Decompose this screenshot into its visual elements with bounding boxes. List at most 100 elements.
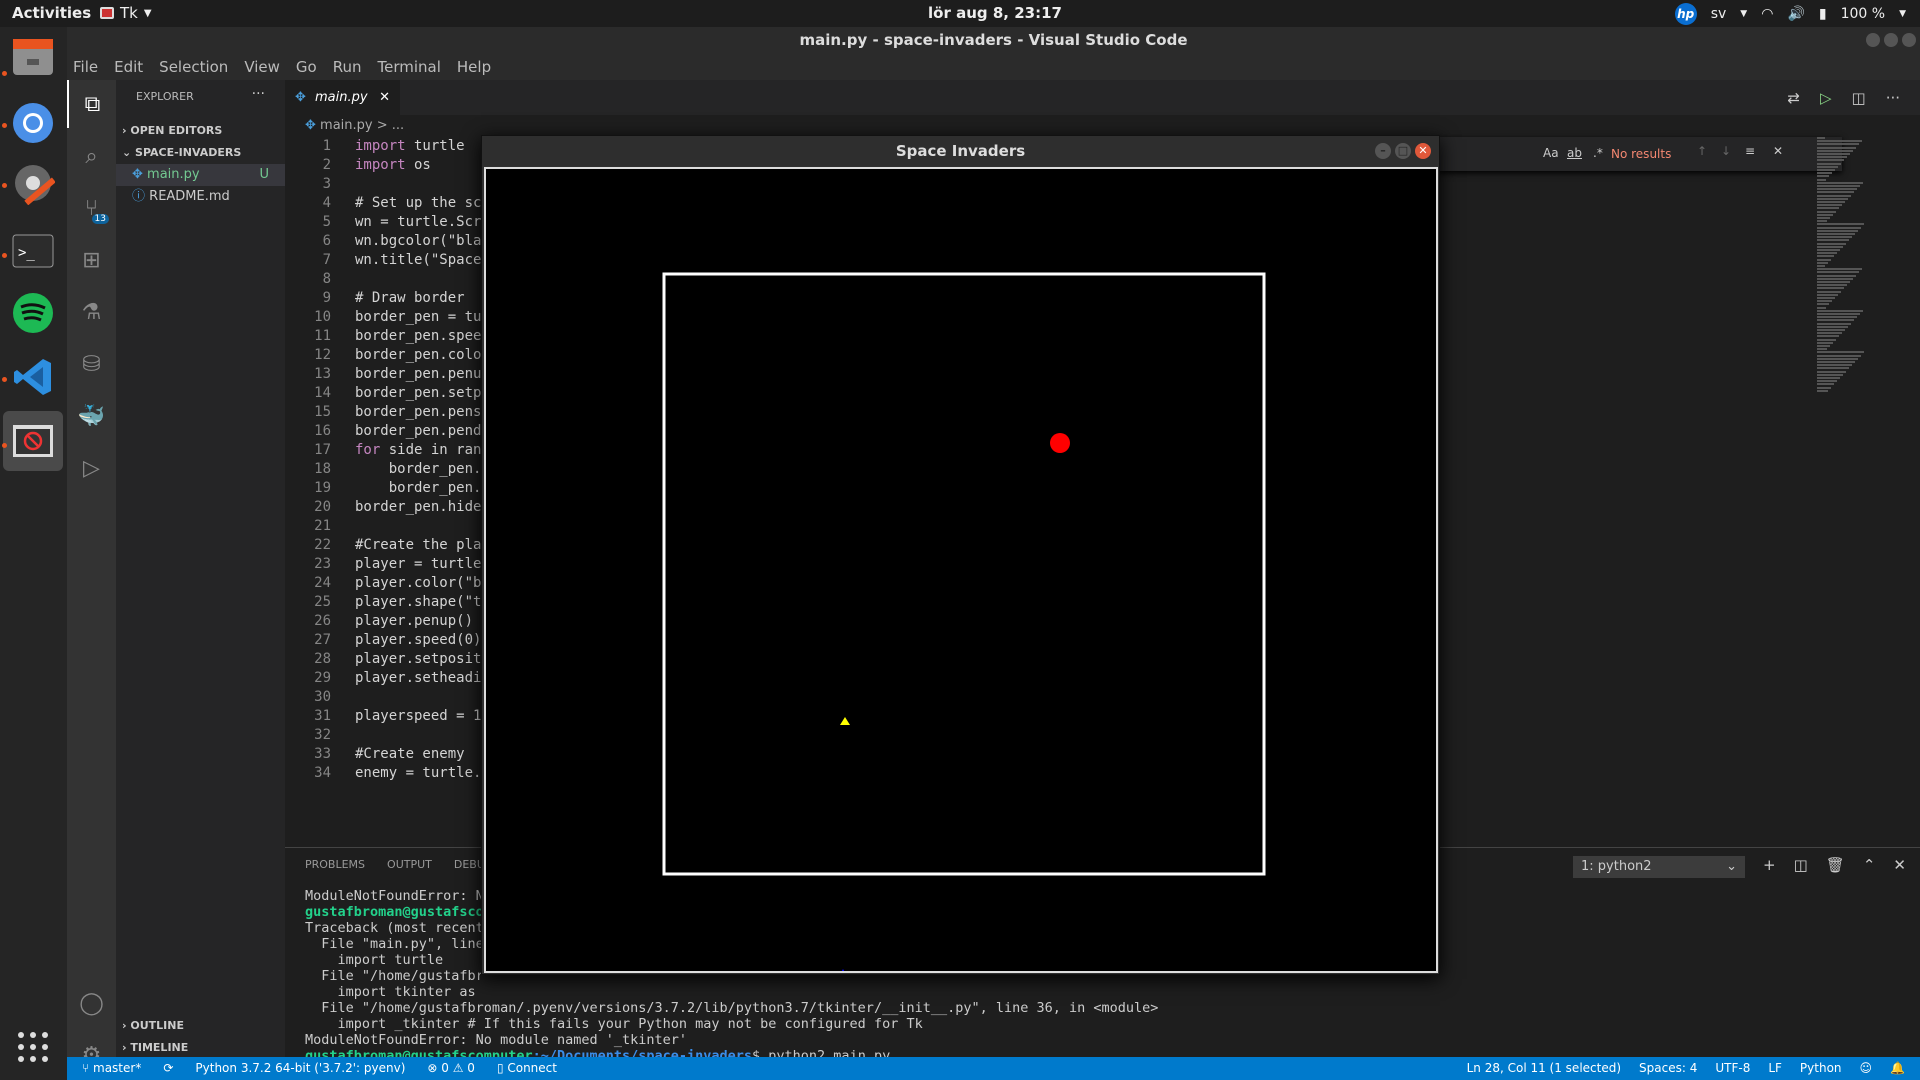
tab-problems[interactable]: PROBLEMS xyxy=(305,858,365,871)
bell-icon[interactable]: 🔔 xyxy=(1890,1057,1905,1080)
system-tray[interactable]: hp sv ▼ ◠ 🔊 ▮ 100 % ▼ xyxy=(1674,3,1906,25)
open-editors-section[interactable]: › OPEN EDITORS xyxy=(116,120,285,142)
code-line[interactable]: 4 # Set up the sc xyxy=(285,194,482,213)
match-case-toggle[interactable]: Aa xyxy=(1543,146,1559,160)
code-line[interactable]: 20 border_pen.hide xyxy=(285,498,481,517)
code-line[interactable]: 2 import os xyxy=(285,156,431,175)
more-icon[interactable]: ··· xyxy=(1886,89,1900,107)
live-share-connect[interactable]: ▯ Connect xyxy=(497,1057,557,1080)
split-terminal-icon[interactable]: ◫ xyxy=(1794,856,1808,874)
testing-icon[interactable]: ⚗ xyxy=(67,288,116,336)
code-line[interactable]: 3 xyxy=(285,175,331,194)
split-editor-icon[interactable]: ◫ xyxy=(1852,89,1866,107)
more-actions-icon[interactable]: ··· xyxy=(252,86,265,102)
code-line[interactable]: 10 border_pen = tu xyxy=(285,308,481,327)
explorer-icon[interactable]: ⧉ xyxy=(67,80,116,128)
indentation[interactable]: Spaces: 4 xyxy=(1639,1057,1697,1080)
docker-icon[interactable]: 🐳 xyxy=(67,392,116,440)
code-line[interactable]: 1 import turtle xyxy=(285,137,465,156)
encoding[interactable]: UTF-8 xyxy=(1715,1057,1750,1080)
arrow-up-icon[interactable]: ↑ xyxy=(1697,144,1707,158)
maximize-panel-icon[interactable]: ⌃ xyxy=(1863,856,1876,874)
code-line[interactable]: 29 player.setheadi xyxy=(285,669,481,688)
code-line[interactable]: 30 xyxy=(285,688,331,707)
sync-icon[interactable]: ⟳ xyxy=(163,1057,173,1080)
code-line[interactable]: 7 wn.title("Space xyxy=(285,251,482,270)
code-line[interactable]: 13 border_pen.penu xyxy=(285,365,481,384)
minimap[interactable] xyxy=(1817,137,1917,397)
code-line[interactable]: 8 xyxy=(285,270,331,289)
menu-selection[interactable]: Selection xyxy=(159,58,228,76)
outline-section[interactable]: › OUTLINE xyxy=(116,1015,285,1037)
terminal-app-icon[interactable]: >_ xyxy=(9,227,57,275)
menu-view[interactable]: View xyxy=(244,58,280,76)
maximize-button[interactable] xyxy=(1884,33,1898,47)
code-line[interactable]: 34 enemy = turtle. xyxy=(285,764,481,783)
menu-go[interactable]: Go xyxy=(296,58,317,76)
tk-title-bar[interactable]: Space Invaders – □ ✕ xyxy=(482,136,1439,166)
spotify-icon[interactable] xyxy=(9,289,57,337)
code-line[interactable]: 27 player.speed(0) xyxy=(285,631,481,650)
regex-toggle[interactable]: .* xyxy=(1593,146,1603,160)
code-line[interactable]: 31 playerspeed = 1 xyxy=(285,707,481,726)
account-icon[interactable]: ◯ xyxy=(67,979,116,1027)
close-button[interactable] xyxy=(1902,33,1916,47)
close-button[interactable]: ✕ xyxy=(1415,143,1431,159)
show-applications-icon[interactable] xyxy=(9,1023,57,1071)
language-indicator[interactable]: sv xyxy=(1711,6,1727,22)
code-line[interactable]: 28 player.setposit xyxy=(285,650,481,669)
timeline-section[interactable]: › TIMELINE xyxy=(116,1037,285,1059)
code-line[interactable]: 15 border_pen.pens xyxy=(285,403,481,422)
trash-icon[interactable]: 🗑 xyxy=(1826,856,1845,874)
extensions-icon[interactable]: ⊞ xyxy=(67,236,116,284)
settings-app-icon[interactable] xyxy=(9,159,57,207)
code-line[interactable]: 11 border_pen.spee xyxy=(285,327,481,346)
close-panel-icon[interactable]: ✕ xyxy=(1893,856,1906,874)
new-terminal-icon[interactable]: + xyxy=(1763,856,1776,874)
project-section[interactable]: ⌄ SPACE-INVADERS xyxy=(116,142,285,164)
minimize-button[interactable] xyxy=(1866,33,1880,47)
code-line[interactable]: 17 for side in ran xyxy=(285,441,481,460)
code-line[interactable]: 32 xyxy=(285,726,331,745)
clock[interactable]: lör aug 8, 23:17 xyxy=(0,4,1920,22)
hp-icon[interactable]: hp xyxy=(1674,3,1697,25)
run-debug-icon[interactable]: ▷ xyxy=(67,444,116,492)
menu-help[interactable]: Help xyxy=(457,58,491,76)
maximize-button[interactable]: □ xyxy=(1395,143,1411,159)
run-icon[interactable]: ▷ xyxy=(1820,89,1832,107)
code-line[interactable]: 12 border_pen.colo xyxy=(285,346,481,365)
code-line[interactable]: 14 border_pen.setp xyxy=(285,384,481,403)
menu-terminal[interactable]: Terminal xyxy=(378,58,441,76)
menu-edit[interactable]: Edit xyxy=(114,58,143,76)
code-line[interactable]: 5 wn = turtle.Scr xyxy=(285,213,482,232)
tk-window-icon[interactable] xyxy=(9,417,57,465)
code-line[interactable]: 6 wn.bgcolor("bla xyxy=(285,232,482,251)
end-of-line[interactable]: LF xyxy=(1768,1057,1782,1080)
terminal-select[interactable]: 1: python2 ⌄ xyxy=(1573,856,1745,878)
whole-word-toggle[interactable]: ab xyxy=(1567,146,1582,160)
code-line[interactable]: 16 border_pen.pend xyxy=(285,422,481,441)
database-icon[interactable]: ⛁ xyxy=(67,340,116,388)
chromium-icon[interactable] xyxy=(9,99,57,147)
problems-count[interactable]: ⊗ 0 ⚠ 0 xyxy=(427,1057,475,1080)
code-line[interactable]: 9 # Draw border xyxy=(285,289,465,308)
find-in-selection-icon[interactable]: ≡ xyxy=(1745,144,1755,158)
close-icon[interactable]: ✕ xyxy=(1773,144,1783,158)
language-mode[interactable]: Python xyxy=(1800,1057,1842,1080)
code-line[interactable]: 25 player.shape("t xyxy=(285,593,481,612)
source-control-icon[interactable]: ⑂ 13 xyxy=(67,184,116,232)
tab-main-py[interactable]: ✥ main.py ✕ xyxy=(285,80,400,115)
code-line[interactable]: 19 border_pen. xyxy=(285,479,481,498)
files-app-icon[interactable] xyxy=(9,33,57,81)
menu-run[interactable]: Run xyxy=(333,58,362,76)
close-icon[interactable]: ✕ xyxy=(379,80,390,115)
feedback-icon[interactable]: ☺ xyxy=(1860,1057,1873,1080)
menu-file[interactable]: File xyxy=(73,58,98,76)
compare-icon[interactable]: ⇄ xyxy=(1787,89,1800,107)
code-line[interactable]: 33 #Create enemy xyxy=(285,745,464,764)
vscode-icon[interactable] xyxy=(9,353,57,401)
code-line[interactable]: 22 #Create the pla xyxy=(285,536,481,555)
git-branch[interactable]: ⑂ master* xyxy=(82,1057,141,1080)
file-readme[interactable]: ⓘ README.md xyxy=(116,186,285,208)
code-line[interactable]: 21 xyxy=(285,517,331,536)
